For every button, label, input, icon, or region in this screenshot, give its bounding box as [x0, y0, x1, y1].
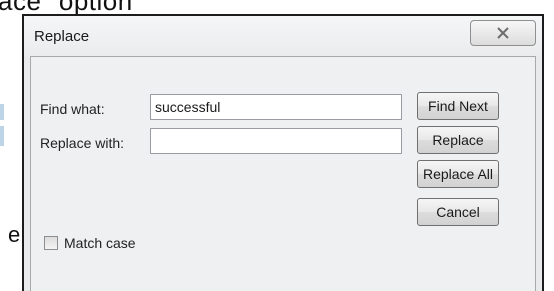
match-case-checkbox[interactable] — [44, 236, 58, 250]
replace-with-label: Replace with: — [40, 135, 125, 151]
cancel-button[interactable]: Cancel — [417, 198, 499, 226]
dialog-title: Replace — [34, 28, 90, 45]
match-case-option[interactable]: Match case — [44, 235, 136, 251]
close-icon — [497, 27, 509, 39]
title-bar[interactable]: Replace — [24, 16, 542, 56]
match-case-label: Match case — [64, 235, 136, 251]
replace-with-input[interactable] — [150, 128, 402, 154]
background-cropped-text-left: e — [8, 222, 21, 247]
replace-dialog: Replace Find what: Replace with: Find Ne… — [22, 14, 544, 291]
find-what-label: Find what: — [40, 101, 105, 117]
find-next-button[interactable]: Find Next — [417, 92, 499, 120]
replace-all-button[interactable]: Replace All — [417, 160, 499, 188]
background-blue-mark — [0, 104, 4, 120]
find-what-input[interactable] — [150, 94, 402, 120]
close-button[interactable] — [470, 20, 536, 46]
background-blue-mark — [0, 126, 4, 146]
dialog-content: Find what: Replace with: Find Next Repla… — [30, 56, 536, 291]
replace-button[interactable]: Replace — [417, 126, 499, 154]
